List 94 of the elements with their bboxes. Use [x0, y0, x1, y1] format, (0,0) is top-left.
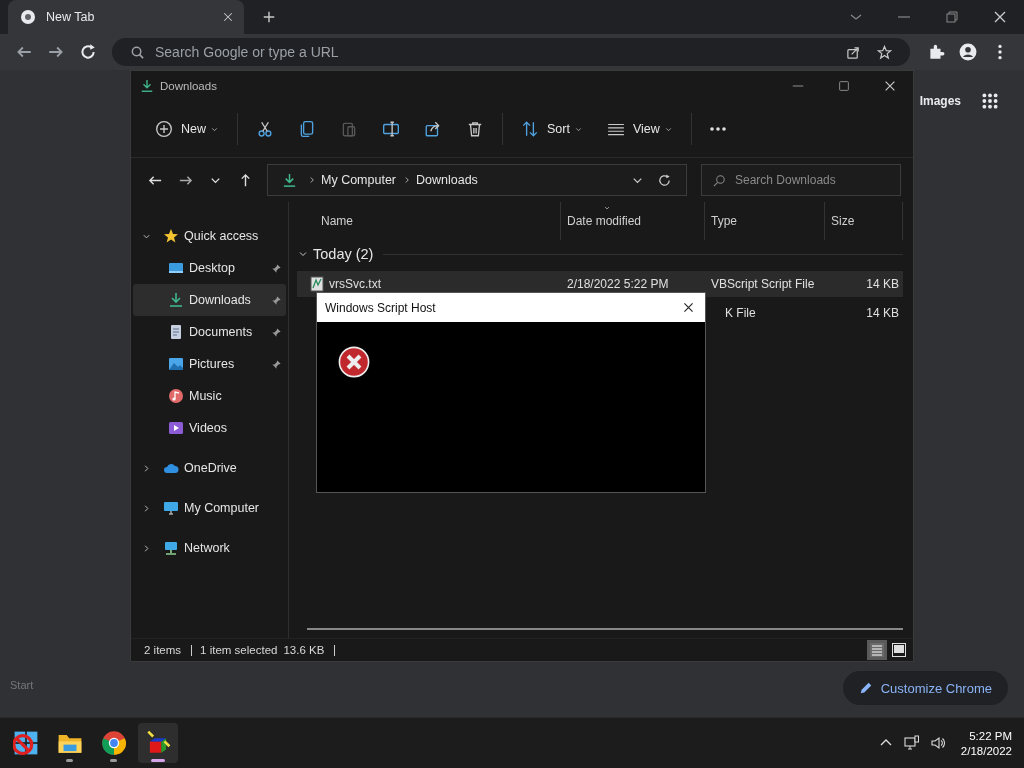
breadcrumb-item[interactable]: My Computer — [321, 173, 397, 187]
new-tab-icon[interactable] — [262, 10, 276, 24]
pencil-icon — [858, 681, 873, 695]
sidebar-item[interactable]: My Computer — [133, 492, 286, 524]
status-text: 13.6 KB — [283, 644, 325, 656]
browser-tab[interactable]: New Tab — [8, 0, 244, 34]
file-row[interactable]: vrsSvc.txt 2/18/2022 5:22 PM VBScript Script File 14 KB — [297, 271, 903, 297]
sidebar-item[interactable]: Desktop — [133, 252, 286, 284]
restore-icon[interactable] — [944, 9, 960, 25]
size-cell: 14 KB — [866, 277, 899, 291]
sidebar-item[interactable]: OneDrive — [133, 452, 286, 484]
more-icon — [709, 127, 726, 131]
status-text: 2 items — [144, 644, 182, 656]
cube-icon — [145, 730, 171, 756]
list-icon — [869, 642, 885, 658]
column-header[interactable]: Date modified — [561, 202, 705, 240]
group-header[interactable]: Today (2) — [297, 246, 374, 262]
clock-date[interactable]: 2/18/2022 — [960, 744, 1012, 757]
download-icon — [140, 79, 154, 93]
type-cell: K File — [725, 306, 756, 320]
copy-icon — [298, 120, 316, 138]
sidebar-item[interactable]: Downloads — [133, 284, 286, 316]
network-icon — [163, 540, 179, 556]
window-title: Downloads — [160, 80, 217, 92]
file-name: vrsSvc.txt — [329, 277, 381, 291]
music-note-icon — [168, 388, 184, 404]
desktop-icon — [168, 260, 184, 276]
pin-icon — [271, 358, 282, 370]
pin-icon — [271, 294, 282, 306]
sort-arrows-icon — [521, 120, 539, 138]
taskbar-app[interactable] — [138, 723, 178, 763]
download-icon — [168, 292, 184, 308]
scissors-icon — [256, 120, 274, 138]
size-cell: 14 KB — [866, 306, 899, 320]
sidebar-item[interactable]: Network — [133, 532, 286, 564]
sidebar-item[interactable]: Quick access — [133, 220, 286, 252]
chrome-icon — [20, 9, 36, 25]
video-icon — [168, 420, 184, 436]
date-cell: 2/18/2022 5:22 PM — [567, 277, 669, 291]
sidebar-item[interactable]: Music — [133, 380, 286, 412]
share-icon[interactable] — [846, 44, 861, 60]
search-field[interactable]: Search Downloads — [701, 164, 901, 196]
monitor-icon — [163, 500, 179, 516]
maximize-icon[interactable] — [837, 79, 851, 93]
search-icon — [130, 44, 145, 60]
close-icon[interactable] — [682, 301, 695, 314]
sidebar-item[interactable]: Videos — [133, 412, 286, 444]
trash-icon — [466, 120, 484, 138]
address-bar[interactable]: My Computer Downloads — [267, 164, 687, 196]
customize-chrome-button[interactable]: Customize Chrome — [842, 671, 1008, 705]
close-icon[interactable] — [883, 79, 897, 93]
bookmark-star-icon[interactable] — [877, 44, 892, 60]
sort-button[interactable]: Sort — [509, 111, 595, 147]
refresh-icon[interactable] — [657, 172, 672, 188]
type-cell: VBScript Script File — [711, 277, 815, 291]
new-button[interactable]: New — [143, 111, 231, 147]
start-label: Start — [10, 679, 34, 691]
header-link[interactable]: Images — [919, 94, 961, 108]
network-icon[interactable] — [903, 735, 920, 751]
tab-title: New Tab — [46, 10, 96, 24]
search-icon — [712, 172, 727, 188]
close-icon[interactable] — [992, 9, 1008, 25]
browser-icon — [101, 730, 127, 756]
status-text: 1 item selected — [200, 644, 278, 656]
picture-icon — [168, 356, 184, 372]
plus-circle-icon — [155, 120, 173, 138]
share-icon — [424, 120, 442, 138]
reload-icon[interactable] — [79, 43, 97, 61]
breadcrumb-item[interactable]: Downloads — [416, 173, 478, 187]
paste-icon — [340, 120, 358, 138]
apps-grid-icon[interactable] — [981, 92, 999, 110]
search-input[interactable]: Search Downloads — [733, 172, 896, 188]
extensions-icon[interactable] — [927, 43, 945, 61]
column-header[interactable]: Type — [705, 202, 825, 240]
document-icon — [168, 324, 184, 340]
tiles-icon — [891, 642, 907, 658]
view-button[interactable]: View — [594, 111, 685, 147]
clock-time[interactable]: 5:22 PM — [969, 729, 1012, 742]
profile-icon[interactable] — [959, 43, 977, 61]
sidebar-item[interactable]: Documents — [133, 316, 286, 348]
column-header[interactable]: Size — [825, 202, 903, 240]
speaker-icon[interactable] — [929, 735, 946, 751]
star-icon — [163, 228, 179, 244]
dialog-title: Windows Script Host — [325, 300, 436, 315]
pin-icon — [271, 326, 282, 338]
tiles-view-button[interactable] — [889, 640, 909, 660]
download-icon — [282, 172, 297, 188]
sidebar-item[interactable]: Pictures — [133, 348, 286, 380]
rename-icon — [382, 120, 400, 138]
address-bar[interactable]: Search Google or type a URL — [112, 38, 910, 66]
pin-icon — [271, 262, 282, 274]
windows-logo-icon — [13, 730, 39, 756]
error-icon — [338, 346, 370, 378]
column-header[interactable]: Name — [297, 202, 561, 240]
